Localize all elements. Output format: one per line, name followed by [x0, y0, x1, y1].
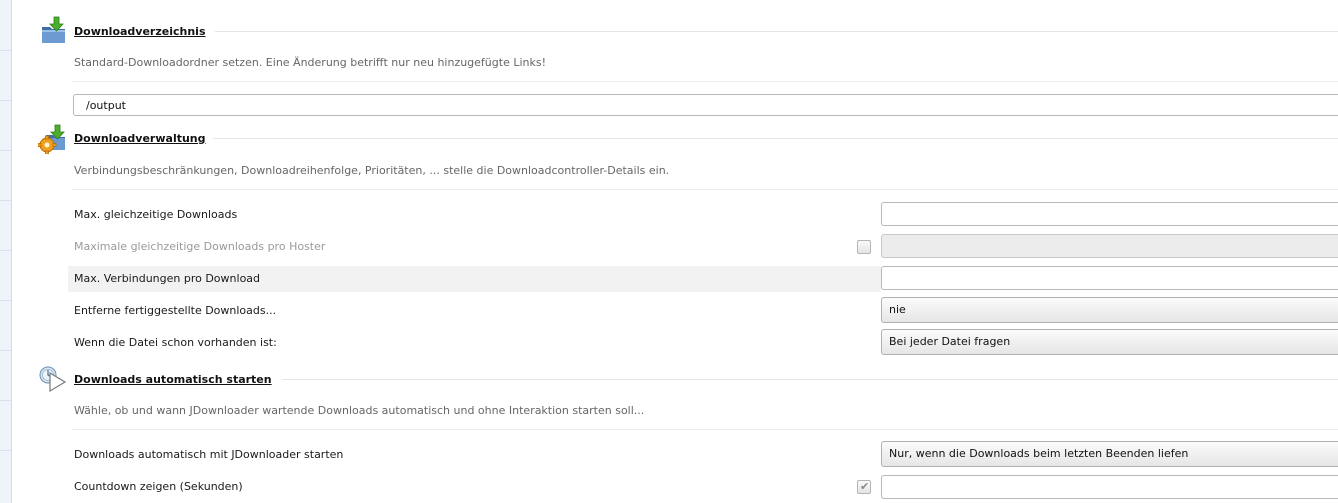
setting-label-max-downloads-per-hoster: Maximale gleichzeitige Downloads pro Hos…	[74, 240, 326, 253]
auto-start-play-icon	[39, 366, 67, 393]
left-panel-divider	[0, 350, 11, 351]
settings-panel: Downloadverzeichnis Standard-Downloadord…	[11, 0, 1338, 503]
section-separator	[72, 189, 1338, 190]
max-downloads-per-hoster-checkbox[interactable]	[857, 240, 871, 254]
countdown-checkbox[interactable]: ✔	[857, 480, 871, 494]
countdown-seconds-spinner[interactable]	[881, 475, 1338, 499]
left-panel-divider	[0, 200, 11, 201]
left-panel-divider	[0, 300, 11, 301]
section-title-rule	[213, 138, 1338, 139]
left-panel-divider	[0, 400, 11, 401]
download-manager-gear-icon	[38, 124, 65, 154]
setting-label-remove-finished: Entferne fertiggestellte Downloads...	[74, 304, 277, 317]
checkmark-icon: ✔	[860, 480, 870, 493]
left-panel-divider	[0, 450, 11, 451]
section-description: Wähle, ob und wann JDownloader wartende …	[74, 404, 645, 417]
left-panel-divider	[0, 50, 11, 51]
max-downloads-per-hoster-spinner[interactable]	[881, 234, 1338, 258]
setting-label-max-downloads: Max. gleichzeitige Downloads	[74, 208, 238, 221]
section-title-download-management: Downloadverwaltung	[74, 132, 206, 145]
setting-label-file-exists: Wenn die Datei schon vorhanden ist:	[74, 336, 277, 349]
max-connections-spinner[interactable]	[881, 266, 1338, 290]
max-downloads-spinner[interactable]	[881, 202, 1338, 226]
download-folder-icon	[42, 16, 65, 43]
section-description: Standard-Downloadordner setzen. Eine Änd…	[74, 56, 547, 69]
auto-start-dropdown[interactable]: Nur, wenn die Downloads beim letzten Bee…	[881, 441, 1338, 467]
remove-finished-dropdown[interactable]: nie	[881, 297, 1338, 323]
setting-label-max-connections: Max. Verbindungen pro Download	[74, 272, 261, 285]
setting-label-auto-start: Downloads automatisch mit JDownloader st…	[74, 448, 344, 461]
left-panel-divider	[0, 150, 11, 151]
section-separator	[72, 429, 1338, 430]
setting-label-countdown: Countdown zeigen (Sekunden)	[74, 480, 243, 493]
left-panel-divider	[0, 100, 11, 101]
section-title-rule	[282, 379, 1338, 380]
file-exists-dropdown[interactable]: Bei jeder Datei fragen	[881, 329, 1338, 355]
section-separator	[72, 81, 1338, 82]
download-folder-input[interactable]	[73, 94, 1338, 116]
section-title-rule	[215, 31, 1338, 32]
left-panel-divider	[0, 250, 11, 251]
section-description: Verbindungsbeschränkungen, Downloadreihe…	[74, 164, 670, 177]
section-title-download-directory: Downloadverzeichnis	[74, 25, 206, 38]
section-title-auto-start: Downloads automatisch starten	[74, 373, 272, 386]
